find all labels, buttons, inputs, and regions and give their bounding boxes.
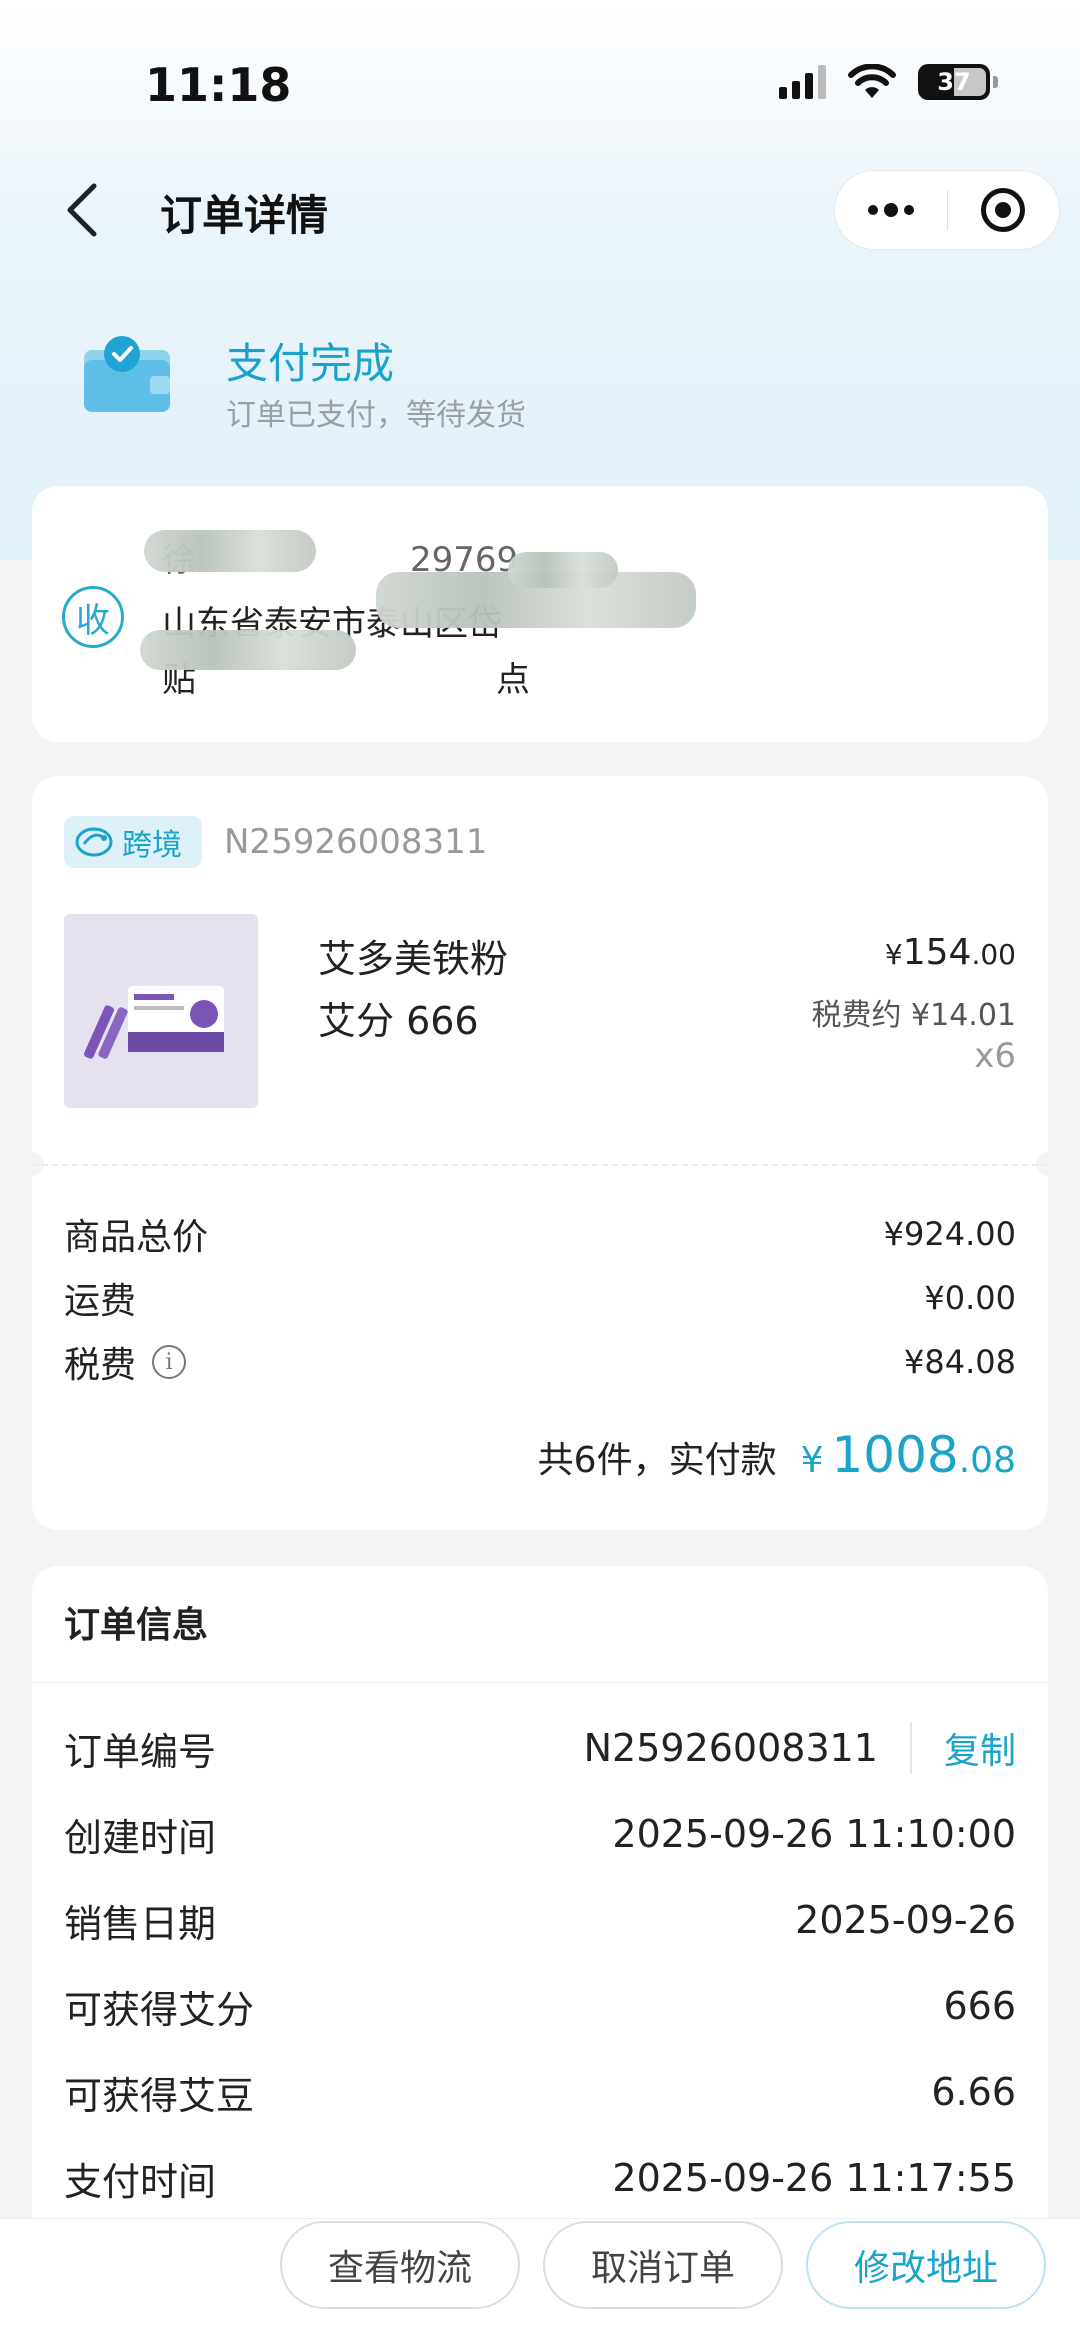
battery-icon: 37	[918, 64, 998, 100]
info-row-order-number: 订单编号 N25926008311 复制	[64, 1720, 1016, 1776]
back-arrow-icon[interactable]	[60, 180, 110, 240]
bottom-action-bar: 查看物流 取消订单 修改地址	[0, 2218, 1080, 2348]
info-label: 可获得艾分	[64, 1987, 255, 2032]
info-value: N25926008311 复制	[584, 1722, 1016, 1774]
wallet-check-icon	[84, 336, 170, 412]
receiver-badge: 收	[62, 586, 124, 648]
total-amount: ¥1008.08	[800, 1426, 1016, 1484]
tax-label: 税费	[64, 1345, 137, 1386]
order-info-title: 订单信息	[64, 1605, 209, 1646]
info-label: 可获得艾豆	[64, 2073, 255, 2118]
privacy-mosaic	[140, 630, 356, 670]
info-value: 6.66	[931, 2070, 1016, 2114]
more-button[interactable]	[835, 171, 947, 249]
privacy-mosaic	[508, 552, 618, 588]
dashed-divider	[32, 1164, 1048, 1166]
summary-row: 运费 ¥0.00	[64, 1272, 1016, 1324]
cancel-order-button[interactable]: 取消订单	[543, 2221, 783, 2309]
product-price: ¥154.00	[884, 932, 1016, 973]
status-bar: 11:18 37	[0, 0, 1080, 150]
address-card[interactable]: 收 徐29769 山东省泰安市泰山区岱 贴点	[32, 486, 1048, 742]
info-icon[interactable]: i	[152, 1345, 187, 1379]
summary-value: ¥84.08	[904, 1343, 1016, 1381]
signal-icon	[779, 65, 826, 99]
info-row-created-time: 创建时间 2025-09-26 11:10:00	[64, 1806, 1016, 1862]
summary-label: 税费 i	[64, 1336, 187, 1388]
info-value: 2025-09-26 11:17:55	[612, 2156, 1016, 2200]
mini-program-capsule	[834, 170, 1060, 250]
info-row-points: 可获得艾分 666	[64, 1978, 1016, 2034]
product-image[interactable]	[64, 914, 258, 1108]
info-value: 2025-09-26	[795, 1898, 1016, 1942]
info-label: 订单编号	[64, 1729, 217, 1774]
summary-label: 运费	[64, 1281, 137, 1322]
total-label: 共6件，实付款	[537, 1440, 777, 1481]
summary-row: 商品总价 ¥924.00	[64, 1208, 1016, 1260]
wifi-icon	[848, 64, 896, 98]
cross-border-icon	[75, 827, 113, 857]
nav-bar: 订单详情	[0, 160, 1080, 260]
privacy-mosaic	[144, 530, 316, 572]
info-row-sale-date: 销售日期 2025-09-26	[64, 1892, 1016, 1948]
product-name: 艾多美铁粉	[318, 937, 509, 981]
order-card: 跨境 N25926008311 艾多美铁粉 艾分 666 ¥154.00 税费约…	[20, 776, 1060, 1530]
summary-label: 商品总价	[64, 1217, 209, 1258]
status-icons: 37	[779, 64, 998, 100]
summary-row: 税费 i ¥84.08	[64, 1336, 1016, 1388]
cross-border-label: 跨境	[122, 828, 182, 863]
modify-address-button[interactable]: 修改地址	[806, 2221, 1046, 2309]
info-row-pay-time: 支付时间 2025-09-26 11:17:55	[64, 2150, 1016, 2206]
payment-status-title: 支付完成	[226, 339, 395, 388]
info-value: 2025-09-26 11:10:00	[612, 1812, 1016, 1856]
summary-value: ¥0.00	[924, 1279, 1016, 1317]
order-total: 共6件，实付款 ¥1008.08	[538, 1426, 1016, 1484]
copy-divider	[909, 1722, 912, 1774]
view-logistics-button[interactable]: 查看物流	[280, 2221, 520, 2309]
payment-status-subtitle: 订单已支付，等待发货	[226, 398, 526, 433]
product-tax: 税费约 ¥14.01	[811, 998, 1016, 1033]
payment-status: 支付完成 订单已支付，等待发货	[80, 320, 980, 440]
info-label: 销售日期	[64, 1901, 217, 1946]
page-title: 订单详情	[160, 191, 329, 240]
more-dots-icon	[867, 203, 914, 217]
order-number-value: N25926008311	[583, 1726, 878, 1770]
product-quantity: x6	[974, 1036, 1016, 1076]
target-circle-icon	[981, 188, 1026, 232]
order-number: N25926008311	[224, 822, 488, 862]
divider	[32, 1682, 1048, 1683]
info-row-beans: 可获得艾豆 6.66	[64, 2064, 1016, 2120]
battery-level: 37	[937, 68, 971, 96]
info-label: 创建时间	[64, 1815, 217, 1860]
info-value: 666	[943, 1984, 1016, 2028]
status-time: 11:18	[145, 58, 292, 112]
order-info-card: 订单信息 订单编号 N25926008311 复制 创建时间 2025-09-2…	[32, 1566, 1048, 2266]
cross-border-tag: 跨境	[64, 816, 202, 868]
summary-value: ¥924.00	[883, 1215, 1016, 1253]
close-miniprogram-button[interactable]	[948, 171, 1060, 249]
product-points: 艾分 666	[318, 999, 479, 1043]
product-box-illustration	[64, 914, 258, 1108]
copy-button[interactable]: 复制	[944, 1722, 1016, 1774]
info-label: 支付时间	[64, 2159, 217, 2204]
